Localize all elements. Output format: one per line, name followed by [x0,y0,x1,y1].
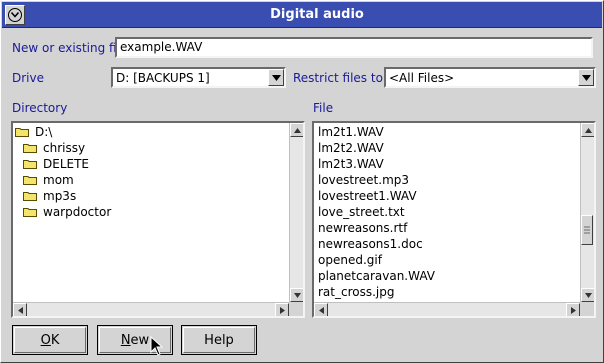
directory-item[interactable]: chrissy [15,140,287,156]
folder-icon [23,207,37,217]
directory-item-label: mom [43,173,74,187]
folder-icon [23,159,37,169]
directory-item-label: mp3s [43,189,77,203]
drive-select-value: D: [BACKUPS 1] [116,71,210,85]
scroll-up-button[interactable] [581,123,594,137]
directory-label: Directory [12,101,68,115]
restrict-dropdown-button[interactable] [578,69,594,86]
open-folder-icon [15,127,29,137]
scroll-down-button[interactable] [290,288,303,302]
file-item[interactable]: lm2t2.WAV [316,140,578,156]
directory-item-label: DELETE [43,157,90,171]
directory-item[interactable]: warpdoctor [15,204,287,220]
mouse-pointer-icon [150,336,164,356]
scroll-right-button[interactable] [275,303,289,316]
new-mnemonic: N [120,332,131,348]
triangle-left-icon [318,306,324,314]
new-button-label: New [121,333,149,348]
drive-label: Drive [12,71,44,85]
triangle-up-icon [293,127,301,133]
new-label-rest: ew [130,332,150,348]
filename-input[interactable]: example.WAV [115,37,593,58]
system-menu-button[interactable] [5,5,25,25]
file-item[interactable]: love_street.txt [316,204,578,220]
scroll-corner [289,302,303,316]
scroll-corner [580,302,594,316]
ok-label-rest: K [50,332,60,348]
triangle-left-icon [17,306,23,314]
restrict-files-select[interactable]: <All Files> [384,67,596,88]
triangle-right-icon [570,306,576,314]
file-label: File [313,101,334,115]
directory-item-label: D:\ [35,125,53,139]
file-item[interactable]: newreasons.rtf [316,220,578,236]
scroll-up-button[interactable] [290,123,303,137]
file-vertical-scrollbar[interactable] [580,123,594,302]
directory-item[interactable]: D:\ [15,124,287,140]
folder-icon [23,175,37,185]
chevron-down-icon [8,8,22,22]
drive-select[interactable]: D: [BACKUPS 1] [111,67,286,88]
restrict-select-value: <All Files> [389,71,455,85]
file-item[interactable]: rat_cross.jpg [316,284,578,300]
directory-item[interactable]: mom [15,172,287,188]
scroll-down-button[interactable] [581,288,594,302]
file-horizontal-scrollbar[interactable] [314,302,580,316]
help-button[interactable]: Help [181,325,257,355]
ok-mnemonic: O [40,332,51,348]
file-item[interactable]: lm2t3.WAV [316,156,578,172]
directory-item-label: chrissy [43,141,86,155]
drive-dropdown-button[interactable] [268,69,284,86]
directory-item[interactable]: DELETE [15,156,287,172]
dialog-window: Digital audio New or existing fil exampl… [0,0,604,363]
directory-item[interactable]: mp3s [15,188,287,204]
help-button-label: Help [204,332,234,348]
title-bar[interactable]: Digital audio [2,2,602,28]
file-item[interactable]: lm2t1.WAV [316,124,578,140]
triangle-down-icon [271,74,281,81]
folder-icon [23,191,37,201]
triangle-up-icon [584,127,592,133]
restrict-label: Restrict files to [293,71,383,85]
scroll-left-button[interactable] [314,303,328,316]
triangle-down-icon [581,74,591,81]
triangle-down-icon [293,292,301,298]
file-items: lm2t1.WAV lm2t2.WAV lm2t3.WAV lovestreet.mp… [316,124,578,302]
filename-label: New or existing fil [12,41,120,55]
file-item[interactable]: lovestreet1.WAV [316,188,578,204]
triangle-down-icon [584,292,592,298]
scroll-left-button[interactable] [13,303,27,316]
file-item[interactable]: opened.gif [316,252,578,268]
file-item[interactable]: lovestreet.mp3 [316,172,578,188]
window-title: Digital audio [270,7,364,22]
grip-icon [584,226,590,234]
directory-item-label: warpdoctor [43,205,112,219]
ok-button-label: OK [41,333,60,348]
directory-vertical-scrollbar[interactable] [289,123,303,302]
directory-items: D:\ chrissy DELETE mom mp3s warpdoctor [15,124,287,302]
folder-icon [23,143,37,153]
scroll-right-button[interactable] [566,303,580,316]
file-list[interactable]: lm2t1.WAV lm2t2.WAV lm2t3.WAV lovestreet.mp… [312,121,596,318]
scroll-thumb[interactable] [581,215,593,245]
triangle-right-icon [279,306,285,314]
directory-list[interactable]: D:\ chrissy DELETE mom mp3s warpdoctor [11,121,305,318]
directory-horizontal-scrollbar[interactable] [13,302,289,316]
file-item[interactable]: planetcaravan.WAV [316,268,578,284]
file-item[interactable]: newreasons1.doc [316,236,578,252]
ok-button[interactable]: OK [12,325,88,355]
